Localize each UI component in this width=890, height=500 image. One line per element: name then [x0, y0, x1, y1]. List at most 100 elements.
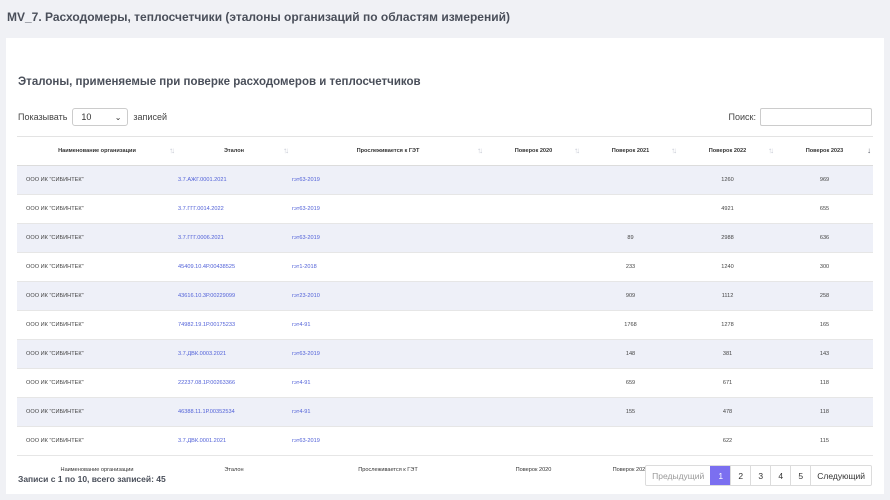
page-button-4[interactable]: 4 [770, 466, 791, 485]
table-row: ООО ИК "СИБИНТЕК" 3.7.ДВК.0003.2021 гэт63-… [17, 339, 873, 369]
cell-get-link[interactable]: гэт1-2018 [291, 252, 485, 282]
cell-verifications-2021: 909 [582, 281, 679, 311]
cell-verifications-2021: 659 [582, 368, 679, 398]
table-row: ООО ИК "СИБИНТЕК" 46388.11.1Р.00352534 гэт… [17, 397, 873, 427]
cell-verifications-2021: 155 [582, 397, 679, 427]
page-button-3[interactable]: 3 [750, 466, 771, 485]
cell-etalon-link[interactable]: 22237.08.1Р.00263366 [177, 368, 291, 398]
cell-etalon-link[interactable]: 3.7.АЖГ.0001.2021 [177, 165, 291, 195]
column-header-etalon[interactable]: Эталон ↑↓ [177, 136, 291, 166]
cell-organization: ООО ИК "СИБИНТЕК" [17, 368, 177, 398]
cell-get-link[interactable]: гэт63-2019 [291, 426, 485, 456]
cell-etalon-link[interactable]: 3.7.ГГГ.0014.2022 [177, 194, 291, 224]
sort-icon: ↑↓ [574, 146, 580, 155]
cell-verifications-2020 [485, 223, 582, 253]
page-title: MV_7. Расходомеры, теплосчетчики (эталон… [7, 10, 510, 24]
cell-verifications-2021: 1768 [582, 310, 679, 340]
cell-organization: ООО ИК "СИБИНТЕК" [17, 165, 177, 195]
cell-get-link[interactable]: гэт23-2010 [291, 281, 485, 311]
cell-get-link[interactable]: гэт63-2019 [291, 165, 485, 195]
cell-verifications-2022: 4921 [679, 194, 776, 224]
pagination: Предыдущий 1 2 3 4 5 Следующий [645, 465, 872, 486]
table-row: ООО ИК "СИБИНТЕК" 3.7.ГГГ.0014.2022 гэт63-… [17, 194, 873, 224]
table-row: ООО ИК "СИБИНТЕК" 3.7.АЖГ.0001.2021 гэт63-… [17, 165, 873, 195]
table-row: ООО ИК "СИБИНТЕК" 3.7.ДВК.0001.2021 гэт63-… [17, 426, 873, 456]
cell-verifications-2022: 1260 [679, 165, 776, 195]
column-header-get[interactable]: Прослеживается к ГЭТ ↑↓ [291, 136, 485, 166]
length-prefix-label: Показывать [18, 112, 68, 122]
cell-verifications-2021 [582, 165, 679, 195]
cell-verifications-2023: 118 [776, 397, 873, 427]
cell-verifications-2021 [582, 426, 679, 456]
cell-get-link[interactable]: гэт4-91 [291, 397, 485, 427]
sort-icon: ↑↓ [283, 146, 289, 155]
cell-etalon-link[interactable]: 45409.10.4Р.00438525 [177, 252, 291, 282]
cell-verifications-2020 [485, 368, 582, 398]
cell-verifications-2022: 671 [679, 368, 776, 398]
cell-verifications-2023: 969 [776, 165, 873, 195]
cell-organization: ООО ИК "СИБИНТЕК" [17, 223, 177, 253]
table-row: ООО ИК "СИБИНТЕК" 43616.10.3Р.00229099 гэт… [17, 281, 873, 311]
cell-verifications-2023: 165 [776, 310, 873, 340]
cell-etalon-link[interactable]: 3.7.ГГГ.0006.2021 [177, 223, 291, 253]
cell-get-link[interactable]: гэт63-2019 [291, 194, 485, 224]
pagination-previous-button[interactable]: Предыдущий [646, 466, 711, 485]
page-button-2[interactable]: 2 [730, 466, 751, 485]
cell-etalon-link[interactable]: 43616.10.3Р.00229099 [177, 281, 291, 311]
cell-verifications-2022: 1240 [679, 252, 776, 282]
sort-icon: ↑↓ [768, 146, 774, 155]
page-button-5[interactable]: 5 [790, 466, 811, 485]
search-label: Поиск: [728, 112, 756, 122]
cell-verifications-2020 [485, 281, 582, 311]
footer-etalon: Эталон [224, 467, 244, 473]
table-row: ООО ИК "СИБИНТЕК" 45409.10.4Р.00438525 гэт… [17, 252, 873, 282]
cell-get-link[interactable]: гэт63-2019 [291, 339, 485, 369]
length-suffix-label: записей [133, 112, 167, 122]
cell-etalon-link[interactable]: 46388.11.1Р.00352534 [177, 397, 291, 427]
search-input[interactable] [760, 108, 872, 126]
pagination-next-button[interactable]: Следующий [810, 466, 871, 485]
cell-verifications-2022: 622 [679, 426, 776, 456]
cell-organization: ООО ИК "СИБИНТЕК" [17, 281, 177, 311]
table-body: ООО ИК "СИБИНТЕК" 3.7.АЖГ.0001.2021 гэт63-… [17, 165, 873, 456]
footer-get: Прослеживается к ГЭТ [358, 467, 418, 473]
cell-organization: ООО ИК "СИБИНТЕК" [17, 339, 177, 369]
cell-verifications-2021: 148 [582, 339, 679, 369]
column-header-2021[interactable]: Поверок 2021 ↑↓ [582, 136, 679, 166]
cell-etalon-link[interactable]: 74982.19.1Р.00175233 [177, 310, 291, 340]
cell-verifications-2020 [485, 397, 582, 427]
cell-verifications-2021: 89 [582, 223, 679, 253]
cell-verifications-2022: 2988 [679, 223, 776, 253]
cell-etalon-link[interactable]: 3.7.ДВК.0003.2021 [177, 339, 291, 369]
cell-get-link[interactable]: гэт4-91 [291, 310, 485, 340]
cell-verifications-2023: 258 [776, 281, 873, 311]
column-header-organization[interactable]: Наименование организации ↑↓ [17, 136, 177, 166]
cell-verifications-2023: 655 [776, 194, 873, 224]
etalons-table: Наименование организации ↑↓ Эталон ↑↓ Прос… [17, 136, 873, 484]
cell-verifications-2023: 115 [776, 426, 873, 456]
page-length-control: Показывать 10 ⌄ записей [18, 108, 167, 126]
page-length-select[interactable]: 10 ⌄ [72, 108, 129, 126]
cell-verifications-2021 [582, 194, 679, 224]
cell-get-link[interactable]: гэт4-91 [291, 368, 485, 398]
cell-verifications-2022: 1112 [679, 281, 776, 311]
cell-etalon-link[interactable]: 3.7.ДВК.0001.2021 [177, 426, 291, 456]
cell-verifications-2023: 636 [776, 223, 873, 253]
page-button-1[interactable]: 1 [710, 466, 731, 485]
cell-get-link[interactable]: гэт63-2019 [291, 223, 485, 253]
etalons-card: Эталоны, применяемые при поверке расходо… [6, 38, 884, 494]
column-header-2023[interactable]: Поверок 2023 ↓ [776, 136, 873, 166]
page-length-value: 10 [81, 112, 92, 122]
table-row: ООО ИК "СИБИНТЕК" 22237.08.1Р.00263366 гэт… [17, 368, 873, 398]
chevron-down-icon: ⌄ [114, 112, 122, 122]
footer-2020: Поверок 2020 [515, 467, 552, 473]
column-header-2022[interactable]: Поверок 2022 ↑↓ [679, 136, 776, 166]
column-header-2020[interactable]: Поверок 2020 ↑↓ [485, 136, 582, 166]
table-info: Записи с 1 по 10, всего записей: 45 [18, 474, 166, 484]
table-row: ООО ИК "СИБИНТЕК" 74982.19.1Р.00175233 гэт… [17, 310, 873, 340]
table-header-row: Наименование организации ↑↓ Эталон ↑↓ Прос… [17, 136, 873, 166]
cell-verifications-2022: 381 [679, 339, 776, 369]
cell-verifications-2020 [485, 426, 582, 456]
cell-verifications-2020 [485, 310, 582, 340]
cell-organization: ООО ИК "СИБИНТЕК" [17, 252, 177, 282]
